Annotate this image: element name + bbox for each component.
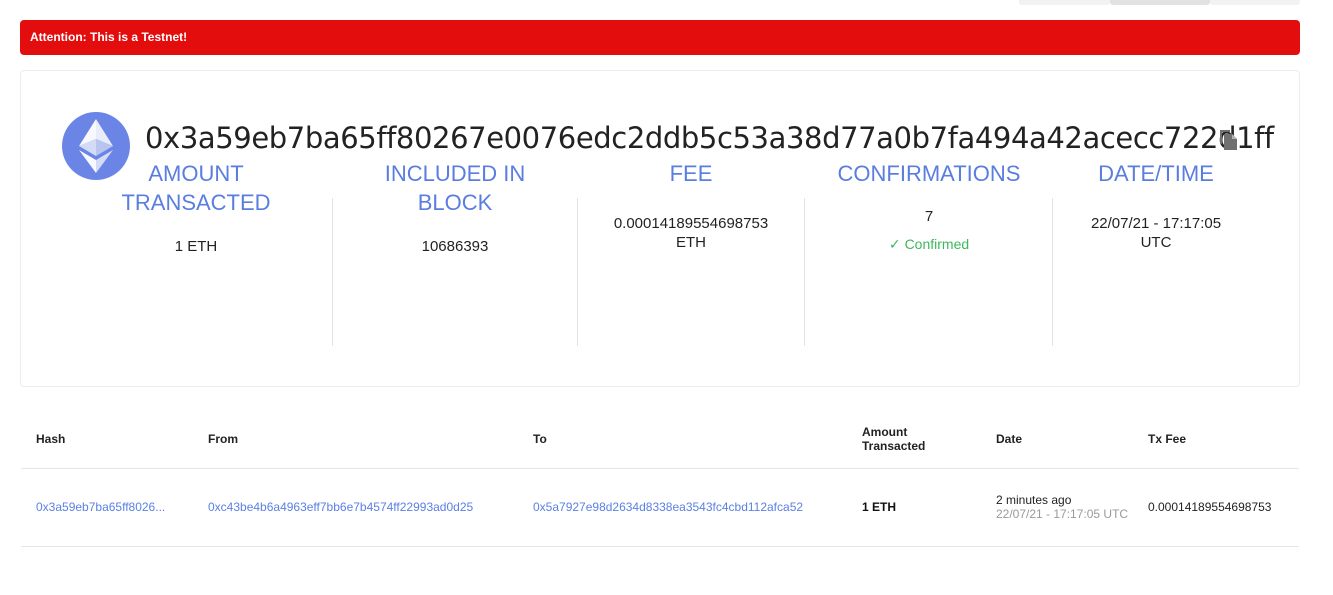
- stat-label: CONFIRMATIONS: [837, 161, 1021, 186]
- cell-to-link[interactable]: 0x5a7927e98d2634d8338ea3543fc4cbd112afca…: [518, 468, 847, 547]
- stat-value: 0.00014189554698753 ETH: [613, 215, 769, 251]
- header-hash: Hash: [21, 410, 193, 469]
- stat-value: 7: [924, 208, 934, 225]
- stat-value: 10686393: [421, 238, 489, 255]
- check-icon: ✓: [888, 236, 901, 252]
- stat-date-time: DATE/TIME 22/07/21 - 17:17:05 UTC: [1066, 0, 1246, 251]
- cell-date: 2 minutes ago 22/07/21 - 17:17:05 UTC: [981, 468, 1133, 547]
- header-to: To: [518, 410, 847, 469]
- table-row: 0x3a59eb7ba65ff8026... 0xc43be4b6a4963ef…: [21, 468, 1299, 547]
- transactions-table: Hash From To Amount Transacted Date Tx F…: [21, 410, 1299, 547]
- divider: [577, 198, 578, 346]
- cell-tx-fee: 0.00014189554698753: [1133, 468, 1299, 547]
- stat-value: 1 ETH: [174, 238, 218, 255]
- stat-confirmations: CONFIRMATIONS 7 ✓ Confirmed: [818, 0, 1040, 252]
- stat-label: DATE/TIME: [1098, 161, 1214, 186]
- date-absolute: 22/07/21 - 17:17:05 UTC: [996, 507, 1129, 521]
- header-amount-transacted: Amount Transacted: [847, 410, 981, 469]
- divider: [804, 198, 805, 346]
- stat-label: AMOUNT TRANSACTED: [121, 161, 271, 215]
- cell-amount: 1 ETH: [847, 468, 981, 547]
- stat-label: INCLUDED IN BLOCK: [384, 161, 526, 215]
- stat-label: FEE: [669, 161, 713, 186]
- divider: [1052, 198, 1053, 346]
- cell-hash-link[interactable]: 0x3a59eb7ba65ff8026...: [21, 468, 193, 547]
- confirmed-label: Confirmed: [904, 236, 970, 252]
- stat-included-in-block: INCLUDED IN BLOCK 10686393: [345, 0, 565, 255]
- divider: [332, 198, 333, 346]
- header-tx-fee: Tx Fee: [1133, 410, 1299, 469]
- cell-from-link[interactable]: 0xc43be4b6a4963eff7bb6e7b4574ff22993ad0d…: [193, 468, 518, 547]
- stat-value: 22/07/21 - 17:17:05 UTC: [1090, 215, 1222, 251]
- date-relative: 2 minutes ago: [996, 493, 1072, 507]
- header-date: Date: [981, 410, 1133, 469]
- confirmed-status: ✓ Confirmed: [818, 236, 1040, 253]
- header-from: From: [193, 410, 518, 469]
- table-header-row: Hash From To Amount Transacted Date Tx F…: [21, 410, 1299, 469]
- stat-fee: FEE 0.00014189554698753 ETH: [591, 0, 791, 251]
- stat-amount-transacted: AMOUNT TRANSACTED 1 ETH: [86, 0, 306, 255]
